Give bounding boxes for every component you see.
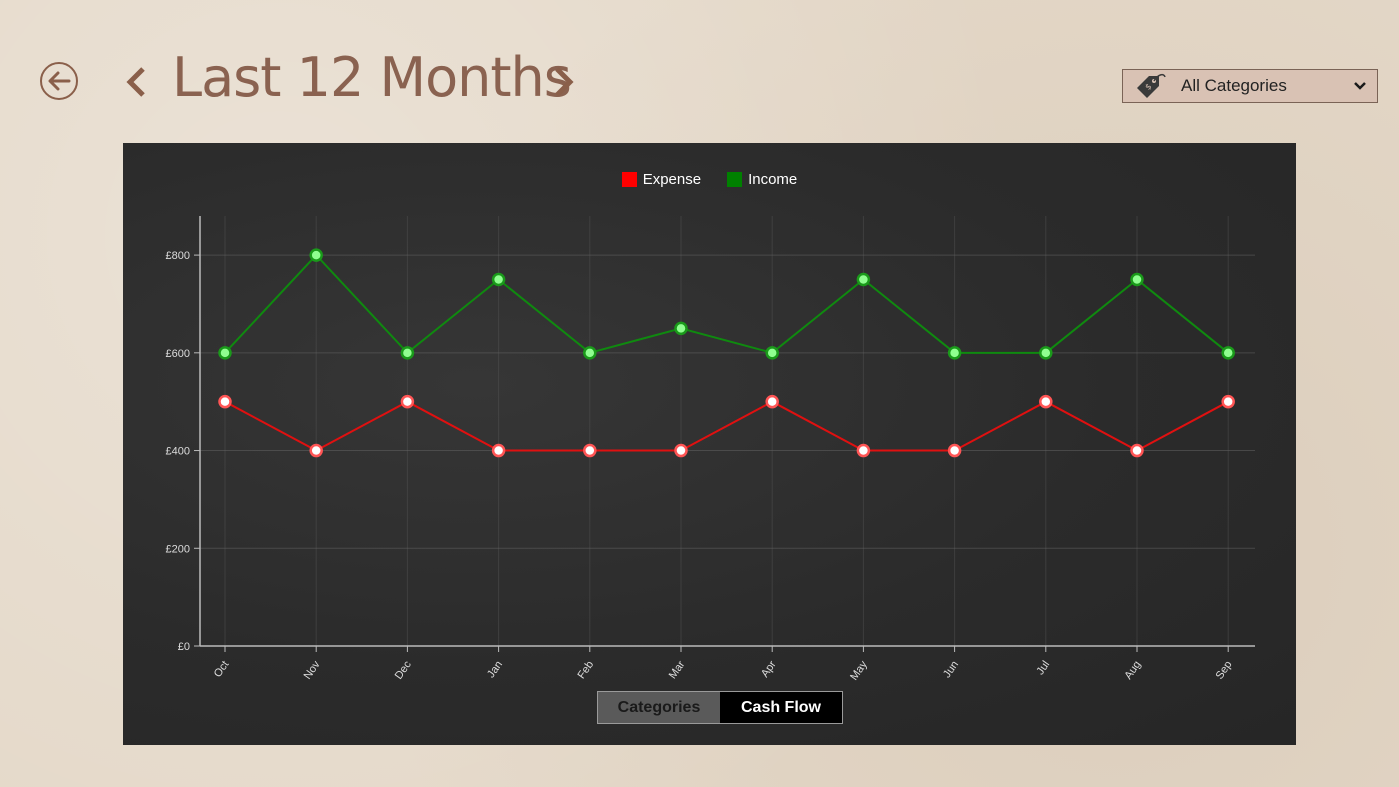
y-tick-label: £400 (166, 446, 190, 458)
legend-expense: Expense (621, 171, 702, 188)
legend-expense-label: Expense (642, 171, 702, 188)
series-expense-point (856, 443, 871, 458)
legend-income: Income (727, 171, 797, 188)
series-expense-point (491, 443, 506, 458)
x-tick-label: Aug (1122, 659, 1143, 682)
back-arrow-icon (48, 71, 71, 91)
series-income-point (218, 346, 232, 360)
x-tick-label: Nov (302, 658, 323, 681)
chart-legend: Expense Income (123, 171, 1296, 188)
series-income-point (1221, 346, 1235, 360)
page-title: Last 12 Months (172, 46, 572, 109)
y-tick-label: £0 (178, 641, 190, 653)
next-period-button[interactable] (552, 66, 576, 102)
series-expense-point (947, 443, 962, 458)
cash-flow-chart: £0 £200 £400 £600 £800 Oct Nov Dec Jan Feb Mar Apr M… (123, 143, 1296, 745)
legend-income-swatch (727, 172, 743, 187)
categories-tab[interactable]: Categories (598, 692, 720, 723)
legend-expense-swatch (621, 172, 637, 187)
line-chart: £0 £200 £400 £600 £800 Oct Nov Dec Jan Feb Mar Apr M… (166, 216, 1255, 683)
series-income-point (491, 272, 506, 287)
series-expense-line (224, 400, 1229, 452)
series-expense-point (765, 394, 779, 409)
x-tick-label: Dec (393, 658, 414, 681)
chevron-down-icon (1354, 82, 1366, 90)
series-income-point (583, 346, 597, 360)
back-button[interactable] (40, 62, 78, 100)
series-income-point (765, 346, 779, 360)
x-tick-label: Jun (941, 659, 961, 680)
series-income-point (947, 346, 962, 360)
category-dropdown[interactable]: $ All Categories (1122, 69, 1378, 103)
series-income-point (674, 321, 688, 336)
series-income-line (224, 253, 1229, 355)
series-expense-point (309, 443, 323, 458)
series-expense-point (1130, 443, 1144, 458)
y-tick-label: £600 (166, 348, 190, 360)
series-income-point (1130, 272, 1144, 287)
view-toggle: Categories Cash Flow (597, 691, 843, 724)
x-tick-label: Feb (576, 659, 597, 681)
y-tick-label: £800 (166, 250, 190, 262)
series-expense-point (218, 394, 232, 409)
series-expense-point (1039, 394, 1053, 409)
series-expense-point (674, 443, 688, 458)
x-tick-label: Apr (759, 659, 779, 680)
x-tick-label: Mar (667, 659, 688, 682)
y-tick-label: £200 (166, 543, 190, 555)
x-tick-label: Sep (1214, 659, 1235, 682)
chevron-right-icon (555, 67, 574, 97)
series-expense-point (583, 443, 597, 458)
x-tick-label: May (848, 658, 870, 682)
price-tag-icon: $ (1137, 73, 1166, 98)
series-income-point (1039, 346, 1053, 360)
category-dropdown-value: All Categories (1181, 76, 1287, 95)
legend-income-label: Income (748, 171, 798, 188)
previous-period-button[interactable] (124, 66, 148, 102)
x-tick-label: Oct (212, 659, 232, 680)
x-tick-label: Jan (485, 659, 505, 680)
chevron-left-icon (126, 67, 145, 97)
x-tick-label: Jul (1034, 659, 1052, 677)
series-income-point (309, 248, 323, 262)
series-expense-point (1221, 394, 1235, 409)
series-expense-point (400, 394, 415, 409)
cash-flow-tab[interactable]: Cash Flow (720, 692, 842, 723)
series-income-point (856, 272, 871, 287)
series-income-point (400, 346, 415, 360)
